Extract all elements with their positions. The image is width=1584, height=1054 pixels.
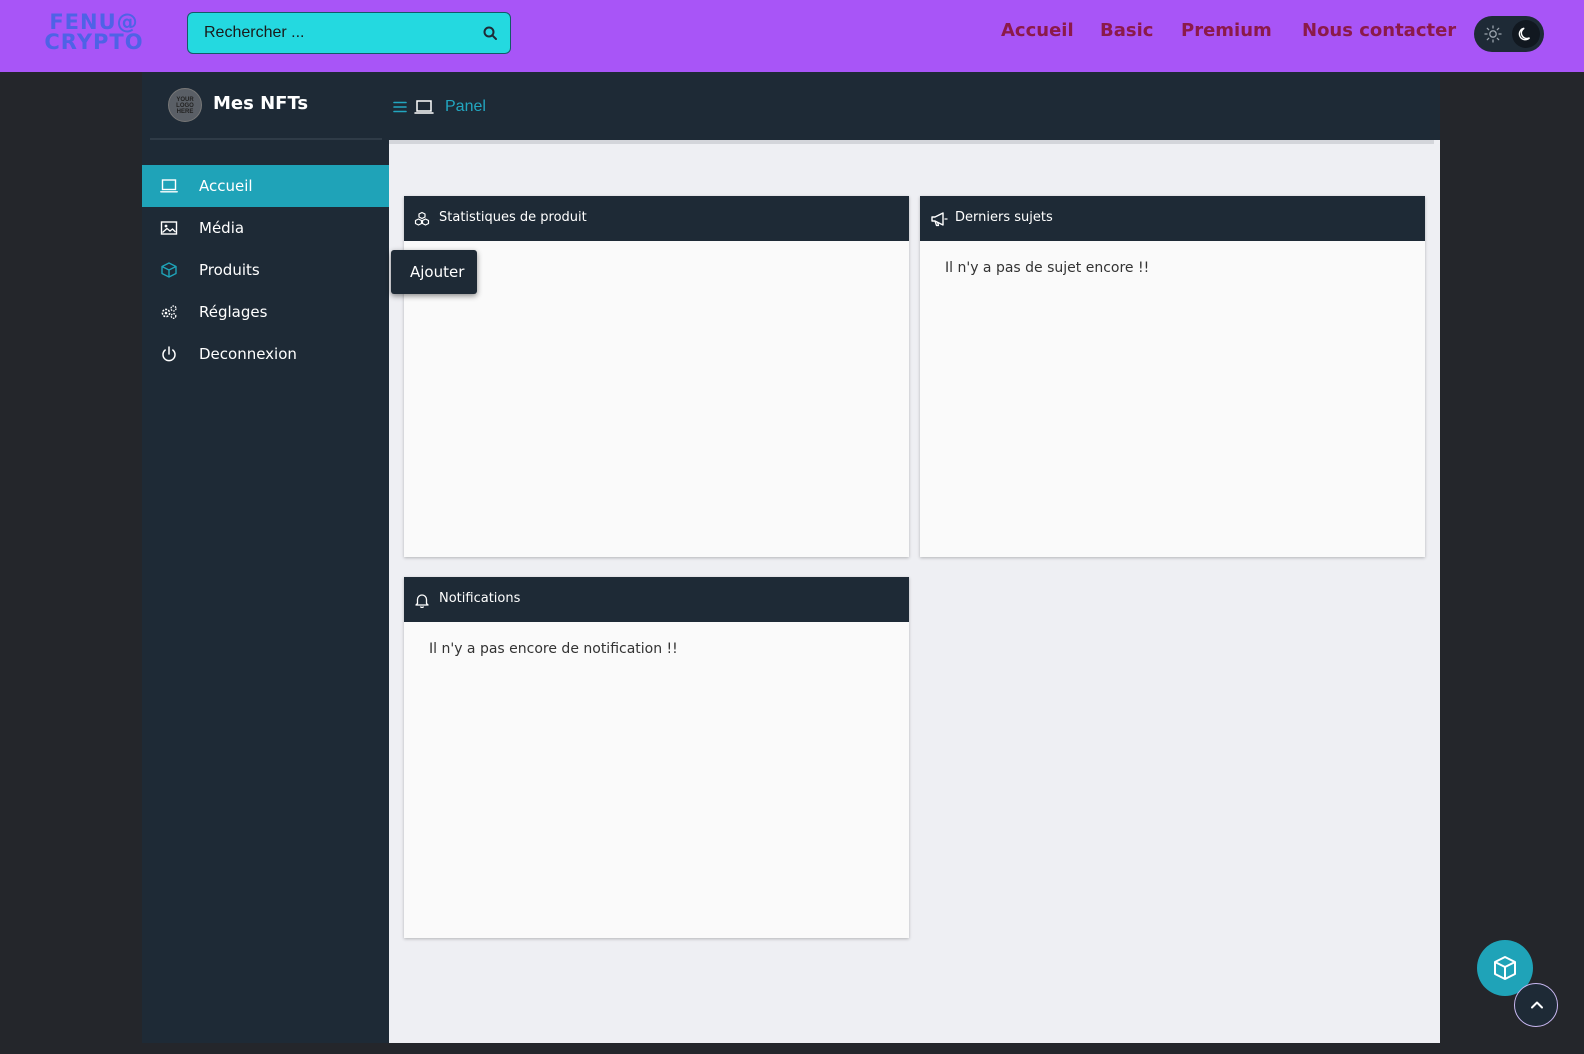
sidebar-item-label: Deconnexion	[199, 345, 297, 363]
card-notifications: Notifications Il n'y a pas encore de not…	[404, 577, 909, 938]
moon-icon	[1518, 27, 1531, 41]
card-title: Derniers sujets	[955, 210, 1053, 225]
sidebar-item-deconnexion[interactable]: Deconnexion	[142, 333, 389, 375]
cube-icon	[1494, 956, 1516, 980]
card-header: Statistiques de produit	[404, 196, 909, 241]
card-product-stats: Statistiques de produit	[404, 196, 909, 557]
sidebar-item-accueil[interactable]: Accueil	[142, 165, 389, 207]
sidebar-item-reglages[interactable]: Réglages	[142, 291, 389, 333]
search-icon[interactable]	[482, 25, 498, 41]
logo-line-1: FENU@	[49, 10, 139, 34]
theme-toggle-knob	[1512, 20, 1540, 48]
sun-icon	[1484, 25, 1502, 43]
nav-accueil[interactable]: Accueil	[1001, 20, 1074, 41]
sidebar-item-label: Média	[199, 219, 245, 237]
nav-premium[interactable]: Premium	[1181, 20, 1272, 41]
cubes-icon	[414, 211, 430, 226]
sidebar-item-produits[interactable]: Produits	[142, 249, 389, 291]
logo-line-2: CRYPTO	[44, 30, 144, 54]
brand-avatar: YOUR LOGO HERE	[168, 88, 202, 122]
brand-title: Mes NFTs	[213, 93, 309, 114]
laptop-icon	[414, 100, 434, 114]
sidebar-item-label: Accueil	[199, 177, 253, 195]
add-tooltip[interactable]: Ajouter	[391, 250, 477, 294]
panel-header	[142, 72, 1440, 140]
empty-subjects-text: Il n'y a pas de sujet encore !!	[945, 260, 1150, 276]
cube-icon	[161, 262, 177, 278]
card-title: Notifications	[439, 591, 521, 606]
laptop-icon	[160, 179, 178, 193]
card-title: Statistiques de produit	[439, 210, 587, 225]
chevron-up-icon	[1531, 1001, 1543, 1009]
sidebar-item-label: Réglages	[199, 303, 268, 321]
power-icon	[162, 346, 176, 362]
bell-icon	[415, 594, 429, 608]
scroll-to-top-button[interactable]	[1514, 983, 1558, 1027]
site-logo[interactable]: FENU@ CRYPTO	[40, 12, 148, 56]
sidebar-item-label: Produits	[199, 261, 260, 279]
image-icon	[160, 221, 178, 235]
gears-icon	[161, 305, 177, 319]
empty-notifications-text: Il n'y a pas encore de notification !!	[429, 641, 678, 657]
search-box	[187, 12, 511, 54]
sidebar-item-media[interactable]: Média	[142, 207, 389, 249]
card-latest-subjects: Derniers sujets Il n'y a pas de sujet en…	[920, 196, 1425, 557]
card-header: Derniers sujets	[920, 196, 1425, 241]
card-header: Notifications	[404, 577, 909, 622]
menu-toggle-icon[interactable]	[392, 99, 408, 115]
nav-basic[interactable]: Basic	[1100, 20, 1153, 41]
page-bottom-edge	[0, 1043, 1584, 1054]
megaphone-icon	[931, 212, 948, 227]
content-top-strip	[389, 140, 1434, 144]
breadcrumb-panel[interactable]: Panel	[445, 98, 486, 116]
search-input[interactable]	[204, 13, 474, 53]
theme-toggle[interactable]	[1474, 16, 1544, 52]
nav-nous-contacter[interactable]: Nous contacter	[1302, 20, 1456, 41]
